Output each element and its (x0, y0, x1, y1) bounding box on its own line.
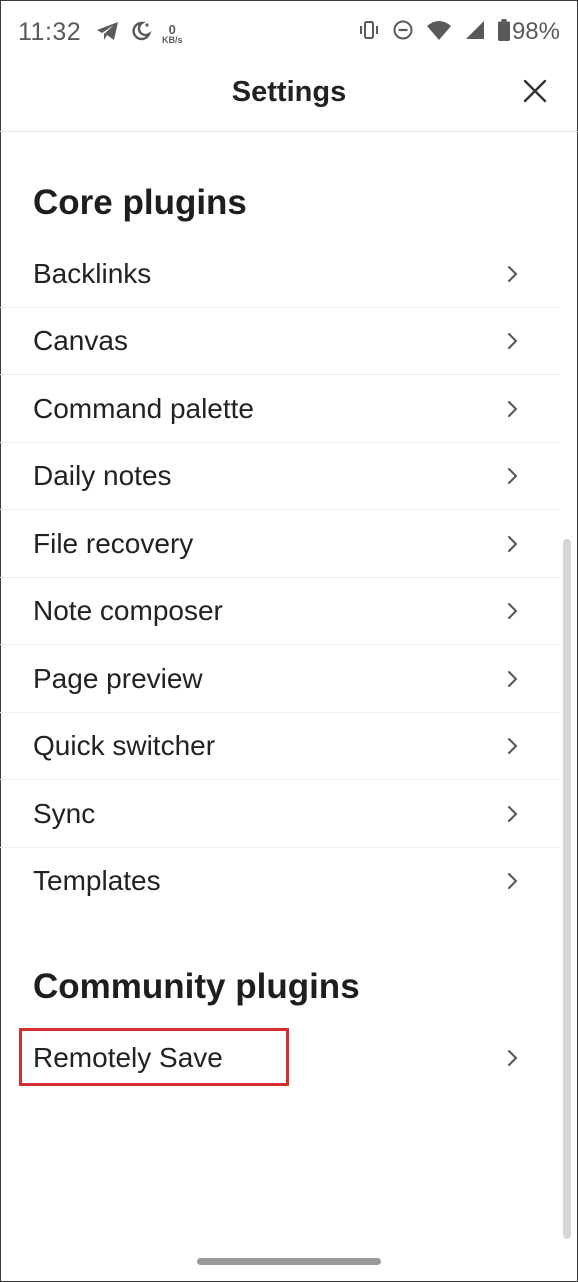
status-system-icons: 98% (358, 18, 560, 46)
core-plugin-row-quick-switcher[interactable]: Quick switcher (0, 712, 560, 780)
battery-indicator: 98% (497, 18, 560, 46)
battery-percent: 98% (511, 18, 560, 45)
core-plugin-row-command-palette[interactable]: Command palette (0, 375, 560, 443)
telegram-icon (96, 20, 120, 47)
row-label: Remotely Save (33, 1041, 223, 1073)
core-plugin-row-canvas[interactable]: Canvas (0, 307, 560, 375)
status-time: 11:32 (18, 18, 82, 46)
row-label: Page preview (33, 662, 203, 694)
chevron-right-icon (508, 467, 517, 484)
chevron-right-icon (508, 872, 517, 889)
chevron-right-icon (508, 535, 517, 552)
net-speed-value: 0 (168, 21, 176, 37)
core-plugin-row-page-preview[interactable]: Page preview (0, 645, 560, 713)
net-speed-indicator: 0 KB/s (162, 23, 183, 45)
chevron-right-icon (508, 670, 517, 687)
net-speed-unit: KB/s (162, 34, 183, 45)
core-plugin-row-note-composer[interactable]: Note composer (0, 577, 560, 645)
core-plugin-row-backlinks[interactable]: Backlinks (0, 240, 560, 308)
status-bar: 11:32 0 KB/s 98% (0, 0, 578, 66)
chevron-right-icon (508, 400, 517, 417)
home-indicator[interactable] (197, 1258, 381, 1265)
page-title: Settings (231, 76, 347, 108)
cell-signal-icon (464, 19, 486, 46)
row-label: Canvas (33, 324, 128, 356)
wifi-icon (426, 19, 452, 46)
row-label: Sync (33, 797, 96, 829)
core-plugin-row-daily-notes[interactable]: Daily notes (0, 442, 560, 510)
core-plugin-row-templates[interactable]: Templates (0, 847, 560, 914)
row-label: Note composer (33, 594, 223, 626)
chevron-right-icon (508, 265, 517, 282)
battery-icon (497, 18, 510, 46)
core-plugin-row-sync[interactable]: Sync (0, 780, 560, 848)
chevron-right-icon (508, 1049, 517, 1066)
row-label: Templates (33, 864, 161, 896)
community-plugins-heading: Community plugins (33, 967, 360, 1006)
dnd-icon (392, 19, 414, 46)
do-not-disturb-moon-icon (130, 20, 152, 47)
status-notification-icons: 0 KB/s (96, 20, 183, 47)
community-plugin-row-remotely-save[interactable]: Remotely Save (0, 1024, 560, 1091)
row-label: Quick switcher (33, 729, 216, 761)
scrollbar[interactable] (563, 539, 571, 1239)
settings-header: Settings (0, 66, 578, 132)
row-label: File recovery (33, 527, 194, 559)
chevron-right-icon (508, 737, 517, 754)
chevron-right-icon (508, 332, 517, 349)
chevron-right-icon (508, 805, 517, 822)
row-label: Backlinks (33, 257, 152, 289)
vibrate-icon (358, 19, 380, 46)
close-icon (523, 79, 547, 103)
row-label: Daily notes (33, 459, 172, 491)
core-plugins-heading: Core plugins (33, 183, 247, 222)
core-plugin-row-file-recovery[interactable]: File recovery (0, 510, 560, 578)
row-label: Command palette (33, 392, 255, 424)
close-button[interactable] (522, 78, 548, 104)
chevron-right-icon (508, 602, 517, 619)
